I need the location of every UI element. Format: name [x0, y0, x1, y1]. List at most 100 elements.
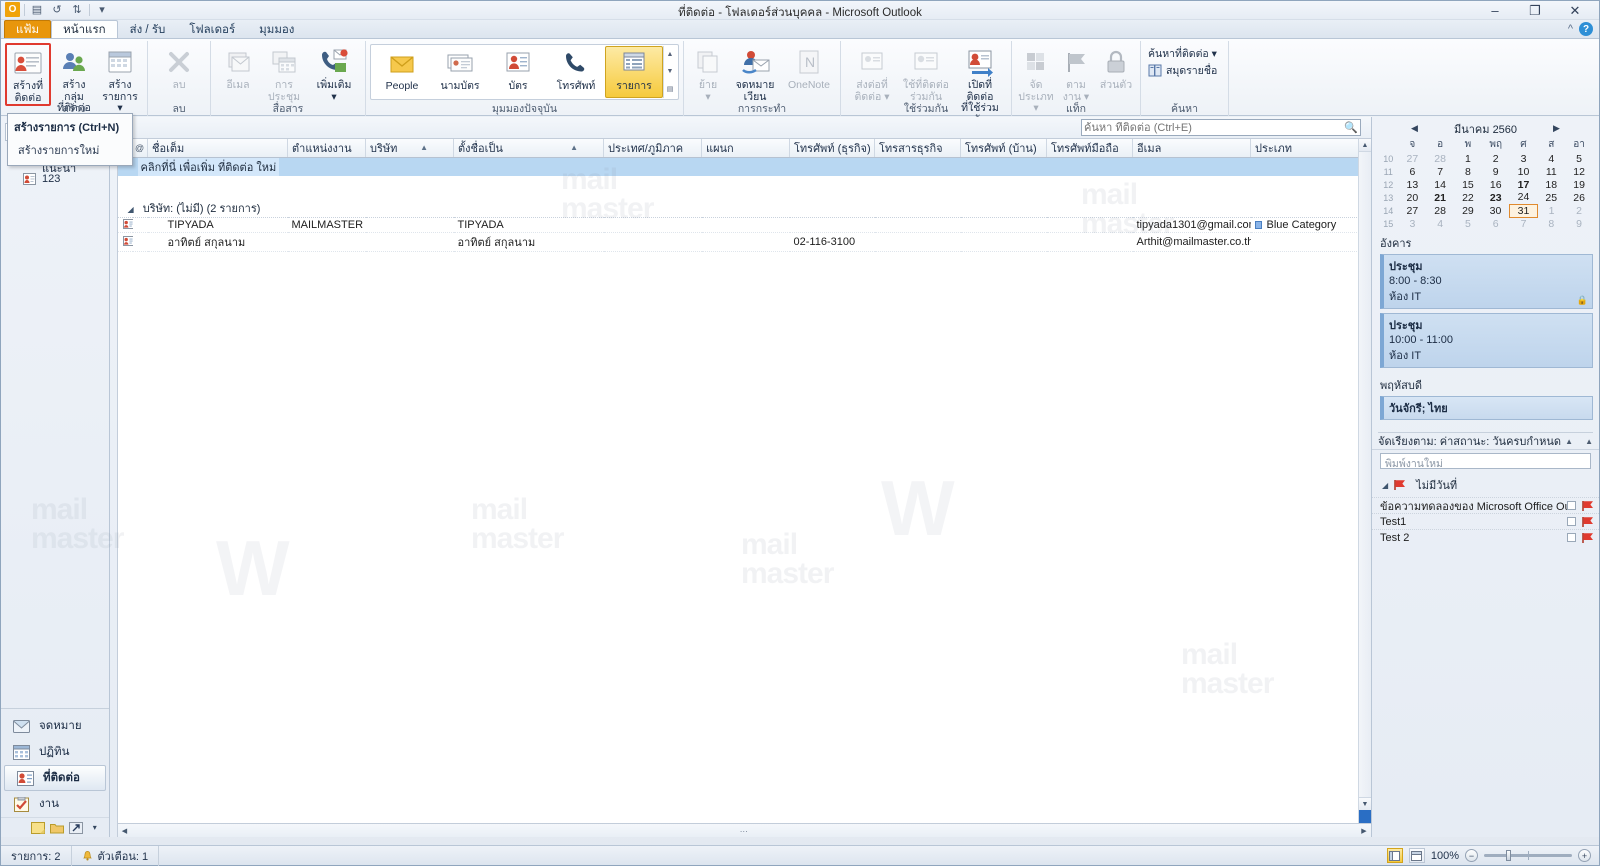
zoom-level[interactable]: 100%: [1431, 850, 1459, 862]
new-contact-button[interactable]: สร้างที่ ติดต่อ: [5, 43, 51, 106]
date-cell[interactable]: 16: [1482, 178, 1510, 191]
col-mobile-phone[interactable]: โทรศัพท์มือถือ: [1046, 139, 1133, 158]
view-phone[interactable]: โทรศัพท์: [547, 46, 605, 98]
task-flag-icon[interactable]: [1581, 532, 1594, 544]
date-cell[interactable]: 5: [1565, 152, 1593, 165]
date-cell[interactable]: 9: [1565, 217, 1593, 230]
task-sort-caret-icon[interactable]: ▲: [1565, 437, 1573, 446]
search-input[interactable]: [1084, 121, 1344, 134]
window-buttons[interactable]: – ❐ ✕: [1475, 1, 1595, 20]
task-complete-checkbox[interactable]: [1567, 501, 1576, 510]
date-cell[interactable]: 20: [1398, 191, 1426, 204]
appointment-item[interactable]: ประชุม 8:00 - 8:30 ห้อง IT 🔒: [1380, 254, 1593, 309]
date-cell[interactable]: 27: [1398, 204, 1426, 217]
date-cell[interactable]: 25: [1537, 191, 1565, 204]
col-categories[interactable]: ประเภท: [1250, 139, 1371, 158]
ribbon-help-icons[interactable]: ^ ?: [1568, 22, 1593, 36]
search-box[interactable]: 🔍: [1081, 119, 1361, 136]
ribbon-tabs[interactable]: แฟ้ม หน้าแรก ส่ง / รับ โฟลเดอร์ มุมมอง ^…: [1, 20, 1599, 39]
date-cell[interactable]: 28: [1426, 204, 1454, 217]
table-row[interactable]: TIPYADA MAILMASTER TIPYADA tipyada1301@g…: [117, 218, 1371, 233]
task-complete-checkbox[interactable]: [1567, 517, 1576, 526]
date-cell[interactable]: 1: [1454, 152, 1482, 165]
search-contacts-item[interactable]: ค้นหาที่ติดต่อ ▾: [1145, 45, 1220, 62]
date-picker-grid[interactable]: จ อ พ พฤ ศ ส อา 10 27 28 1 2 3 4 5 11 6 …: [1378, 137, 1593, 230]
tasks-module[interactable]: งาน: [1, 791, 109, 817]
gallery-scroll-up-icon[interactable]: ▲: [664, 46, 676, 63]
hscroll-grip[interactable]: ⋯: [740, 827, 749, 836]
date-cell[interactable]: 3: [1510, 152, 1538, 165]
next-month-icon[interactable]: ▶: [1553, 123, 1560, 134]
date-cell[interactable]: 15: [1454, 178, 1482, 191]
date-cell[interactable]: 14: [1426, 178, 1454, 191]
follow-up-button[interactable]: ตาม งาน ▾: [1056, 43, 1096, 104]
task-item[interactable]: Test1: [1372, 513, 1599, 529]
tab-send-receive[interactable]: ส่ง / รับ: [118, 20, 178, 38]
date-cell[interactable]: 4: [1537, 152, 1565, 165]
prev-month-icon[interactable]: ◀: [1411, 123, 1418, 134]
tab-home[interactable]: หน้าแรก: [51, 20, 118, 38]
task-flag-icon[interactable]: [1581, 516, 1594, 528]
date-cell[interactable]: 6: [1482, 217, 1510, 230]
date-cell[interactable]: 22: [1454, 191, 1482, 204]
date-cell[interactable]: 11: [1537, 165, 1565, 178]
zoom-out-button[interactable]: −: [1465, 849, 1478, 862]
new-task-input[interactable]: พิมพ์งานใหม่: [1380, 453, 1591, 470]
task-sort-header[interactable]: จัดเรียงตาม: ค่าสถานะ: วันครบกำหนด ▲ ▲: [1372, 433, 1599, 450]
vertical-scrollbar[interactable]: ▲ ▼: [1358, 139, 1371, 823]
help-icon[interactable]: ?: [1579, 22, 1593, 36]
date-cell[interactable]: 2: [1482, 152, 1510, 165]
tab-file[interactable]: แฟ้ม: [4, 20, 52, 38]
horizontal-scrollbar[interactable]: ◀ ⋯ ▶: [117, 823, 1371, 837]
event-item[interactable]: วันจักรี; ไทย: [1380, 396, 1593, 420]
date-cell[interactable]: 9: [1482, 165, 1510, 178]
calendar-module[interactable]: ปฏิทิน: [1, 739, 109, 765]
date-cell[interactable]: 13: [1398, 178, 1426, 191]
view-people[interactable]: People: [373, 46, 431, 98]
zoom-in-button[interactable]: +: [1578, 849, 1591, 862]
onenote-button[interactable]: N OneNote: [782, 43, 836, 93]
col-file-as[interactable]: ตั้งชื่อเป็น ▲: [453, 139, 604, 158]
scroll-up-icon[interactable]: ▲: [1359, 139, 1371, 152]
new-contact-row[interactable]: คลิกที่นี่ เพื่อเพิ่ม ที่ติดต่อ ใหม่: [117, 157, 1371, 176]
col-business-phone[interactable]: โทรศัพท์ (ธุรกิจ): [789, 139, 875, 158]
task-group-header[interactable]: ◢ ไม่มีวันที่: [1372, 472, 1599, 497]
reading-view-icon[interactable]: [1408, 848, 1425, 863]
col-country[interactable]: ประเทศ/ภูมิภาค: [603, 139, 702, 158]
date-cell-today[interactable]: 31: [1509, 203, 1538, 218]
col-job-title[interactable]: ตำแหน่งงาน: [287, 139, 366, 158]
gallery-scroll[interactable]: ▲ ▼ ▤: [663, 46, 676, 98]
date-cell[interactable]: 7: [1510, 217, 1538, 230]
col-flag[interactable]: @: [132, 139, 148, 158]
view-card[interactable]: บัตร: [489, 46, 547, 98]
email-button[interactable]: อีเมล: [215, 43, 261, 93]
minimize-ribbon-icon[interactable]: ^: [1568, 23, 1573, 35]
date-cell[interactable]: 26: [1565, 191, 1593, 204]
zoom-slider-knob[interactable]: [1506, 850, 1511, 861]
nav-options-icon[interactable]: ▾: [87, 821, 103, 835]
zoom-slider[interactable]: [1484, 850, 1572, 861]
col-department[interactable]: แผนก: [701, 139, 790, 158]
date-cell[interactable]: 30: [1482, 204, 1510, 217]
appointment-item[interactable]: ประชุม 10:00 - 11:00 ห้อง IT: [1380, 313, 1593, 368]
task-item[interactable]: ข้อความทดลองของ Microsoft Office Ou...: [1372, 497, 1599, 513]
close-button[interactable]: ✕: [1555, 1, 1595, 20]
date-cell[interactable]: 7: [1426, 165, 1454, 178]
delete-button[interactable]: ลบ: [152, 43, 206, 93]
date-cell[interactable]: 28: [1426, 152, 1454, 165]
col-email[interactable]: อีเมล: [1132, 139, 1251, 158]
shortcuts-icon[interactable]: [68, 821, 84, 835]
date-cell[interactable]: 2: [1565, 204, 1593, 217]
col-business-fax[interactable]: โทรสารธุรกิจ: [874, 139, 961, 158]
contacts-module[interactable]: ที่ติดต่อ: [4, 765, 106, 791]
view-list[interactable]: รายการ: [605, 46, 663, 98]
date-cell[interactable]: 6: [1398, 165, 1426, 178]
date-cell[interactable]: 18: [1537, 178, 1565, 191]
date-cell[interactable]: 17: [1510, 178, 1538, 191]
tab-view[interactable]: มุมมอง: [247, 20, 306, 38]
private-button[interactable]: ส่วนตัว: [1096, 43, 1136, 93]
col-full-name[interactable]: ชื่อเต็ม: [147, 139, 288, 158]
maximize-button[interactable]: ❐: [1515, 1, 1555, 20]
task-complete-checkbox[interactable]: [1567, 533, 1576, 542]
notes-module-icon[interactable]: [30, 821, 46, 835]
